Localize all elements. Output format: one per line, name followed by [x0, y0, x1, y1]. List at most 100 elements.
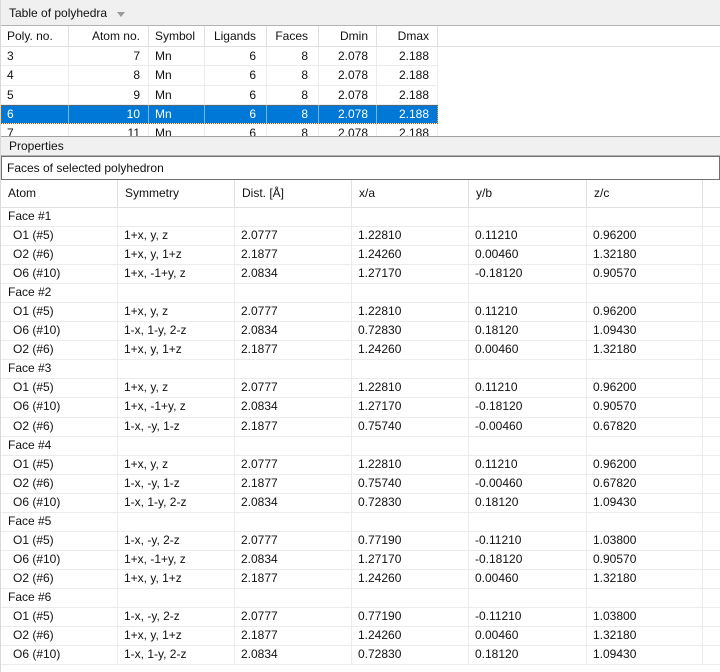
cell-xa: 1.22810	[352, 227, 469, 245]
face-header-row[interactable]: Face #5	[1, 513, 720, 532]
cell-yb: -0.18120	[469, 551, 587, 569]
cell-xa: 1.24260	[352, 341, 469, 359]
cell-empty	[352, 284, 469, 302]
face-atom-row[interactable]: O2 (#6) 1+x, y, 1+z 2.1877 1.24260 0.004…	[1, 627, 720, 646]
cell-atom: O2 (#6)	[1, 418, 118, 436]
face-header-row[interactable]: Face #6	[1, 589, 720, 608]
face-atom-row[interactable]: O2 (#6) 1+x, y, 1+z 2.1877 1.24260 0.004…	[1, 341, 720, 360]
chevron-down-icon[interactable]	[117, 12, 125, 17]
cell-symmetry: 1-x, -y, 1-z	[118, 475, 235, 493]
polyhedron-row[interactable]: 7 11 Mn 6 8 2.078 2.188	[1, 124, 438, 136]
face-atom-row[interactable]: O2 (#6) 1-x, -y, 1-z 2.1877 0.75740 -0.0…	[1, 418, 720, 437]
face-atom-row[interactable]: O1 (#5) 1+x, y, z 2.0777 1.22810 0.11210…	[1, 456, 720, 475]
cell-yb: -0.00460	[469, 475, 587, 493]
polyhedron-row[interactable]: 4 8 Mn 6 8 2.078 2.188	[1, 66, 438, 85]
polyhedron-row-selected[interactable]: 6 10 Mn 6 8 2.078 2.188	[1, 105, 438, 124]
face-atom-row[interactable]: O1 (#5) 1-x, -y, 2-z 2.0777 0.77190 -0.1…	[1, 532, 720, 551]
cell-atom: O2 (#6)	[1, 570, 118, 588]
face-atom-row[interactable]: O6 (#10) 1-x, 1-y, 2-z 2.0834 0.72830 0.…	[1, 646, 720, 665]
face-atom-row[interactable]: O6 (#10) 1+x, -1+y, z 2.0834 1.27170 -0.…	[1, 398, 720, 417]
cell-filler	[703, 646, 720, 664]
column-header-yb[interactable]: y/b	[469, 180, 587, 207]
cell-empty	[235, 513, 352, 531]
column-header-xa[interactable]: x/a	[352, 180, 469, 207]
column-header-atom[interactable]: Atom	[1, 180, 118, 207]
cell-empty	[469, 284, 587, 302]
cell-zc: 1.09430	[587, 322, 703, 340]
polyhedra-column-header-row: Poly. no. Atom no. Symbol Ligands Faces …	[1, 26, 720, 47]
cell-empty	[587, 284, 703, 302]
face-atom-row[interactable]: O1 (#5) 1+x, y, z 2.0777 1.22810 0.11210…	[1, 227, 720, 246]
face-header-row[interactable]: Face #1	[1, 208, 720, 227]
cell-atom: O1 (#5)	[1, 227, 118, 245]
cell-symmetry: 1+x, -1+y, z	[118, 398, 235, 416]
properties-view-selector[interactable]: Faces of selected polyhedron	[1, 156, 720, 180]
cell-xa: 0.75740	[352, 418, 469, 436]
faces-column-header-row: Atom Symmetry Dist. [Å] x/a y/b z/c	[1, 180, 720, 208]
cell-xa: 1.24260	[352, 627, 469, 645]
cell-symmetry: 1-x, 1-y, 2-z	[118, 322, 235, 340]
face-atom-row[interactable]: O2 (#6) 1+x, y, 1+z 2.1877 1.24260 0.004…	[1, 246, 720, 265]
face-atom-row[interactable]: O6 (#10) 1-x, 1-y, 2-z 2.0834 0.72830 0.…	[1, 494, 720, 513]
properties-view-selector-value: Faces of selected polyhedron	[7, 161, 164, 175]
face-atom-row[interactable]: O2 (#6) 1+x, y, 1+z 2.1877 1.24260 0.004…	[1, 570, 720, 589]
cell-dist: 2.0834	[235, 646, 352, 664]
column-header-symmetry[interactable]: Symmetry	[118, 180, 235, 207]
cell-symmetry: 1+x, y, 1+z	[118, 246, 235, 264]
cell-empty	[118, 208, 235, 226]
cell-filler	[703, 284, 720, 302]
cell-yb: 0.11210	[469, 303, 587, 321]
cell-atom: O2 (#6)	[1, 341, 118, 359]
column-header-dist[interactable]: Dist. [Å]	[235, 180, 352, 207]
polyhedron-row[interactable]: 5 9 Mn 6 8 2.078 2.188	[1, 86, 438, 105]
face-atom-row[interactable]: O1 (#5) 1-x, -y, 2-z 2.0777 0.77190 -0.1…	[1, 608, 720, 627]
cell-xa: 0.77190	[352, 532, 469, 550]
cell-atom: O1 (#5)	[1, 303, 118, 321]
cell-yb: 0.11210	[469, 379, 587, 397]
column-header-dmax[interactable]: Dmax	[377, 26, 438, 46]
cell-filler	[703, 303, 720, 321]
cell-xa: 1.24260	[352, 570, 469, 588]
cell-atom: O2 (#6)	[1, 627, 118, 645]
cell-dist: 2.0834	[235, 551, 352, 569]
cell-xa: 0.72830	[352, 494, 469, 512]
cell-symmetry: 1-x, -y, 1-z	[118, 418, 235, 436]
face-header-row[interactable]: Face #3	[1, 360, 720, 379]
cell-atom: O6 (#10)	[1, 494, 118, 512]
column-header-symbol[interactable]: Symbol	[149, 26, 205, 46]
cell-dist: 2.1877	[235, 570, 352, 588]
face-header-row[interactable]: Face #4	[1, 437, 720, 456]
column-header-filler	[438, 26, 720, 46]
cell-yb: -0.00460	[469, 418, 587, 436]
face-header-row[interactable]: Face #2	[1, 284, 720, 303]
column-header-poly-no[interactable]: Poly. no.	[1, 26, 69, 46]
cell-empty	[587, 589, 703, 607]
cell-empty	[118, 284, 235, 302]
column-header-dmin[interactable]: Dmin	[319, 26, 377, 46]
column-header-zc[interactable]: z/c	[587, 180, 703, 207]
face-atom-row[interactable]: O6 (#10) 1+x, -1+y, z 2.0834 1.27170 -0.…	[1, 265, 720, 284]
face-atom-row[interactable]: O6 (#10) 1-x, 1-y, 2-z 2.0834 0.72830 0.…	[1, 322, 720, 341]
polyhedron-row[interactable]: 3 7 Mn 6 8 2.078 2.188	[1, 47, 438, 66]
cell-faces: 8	[267, 47, 319, 65]
face-atom-row[interactable]: O2 (#6) 1-x, -y, 1-z 2.1877 0.75740 -0.0…	[1, 475, 720, 494]
cell-atom: O1 (#5)	[1, 456, 118, 474]
face-label: Face #3	[1, 360, 118, 378]
face-atom-row[interactable]: O1 (#5) 1+x, y, z 2.0777 1.22810 0.11210…	[1, 379, 720, 398]
properties-titlebar: Properties	[1, 137, 720, 156]
cell-xa: 1.27170	[352, 398, 469, 416]
column-header-ligands[interactable]: Ligands	[205, 26, 267, 46]
column-header-faces[interactable]: Faces	[267, 26, 319, 46]
column-header-atom-no[interactable]: Atom no.	[69, 26, 149, 46]
cell-symmetry: 1+x, y, 1+z	[118, 341, 235, 359]
face-label: Face #1	[1, 208, 118, 226]
cell-zc: 0.96200	[587, 227, 703, 245]
face-atom-row[interactable]: O6 (#10) 1+x, -1+y, z 2.0834 1.27170 -0.…	[1, 551, 720, 570]
cell-atom: O6 (#10)	[1, 322, 118, 340]
cell-empty	[587, 208, 703, 226]
cell-empty	[469, 208, 587, 226]
cell-ligands: 6	[205, 124, 267, 136]
cell-yb: 0.00460	[469, 627, 587, 645]
cell-zc: 0.96200	[587, 456, 703, 474]
face-atom-row[interactable]: O1 (#5) 1+x, y, z 2.0777 1.22810 0.11210…	[1, 303, 720, 322]
